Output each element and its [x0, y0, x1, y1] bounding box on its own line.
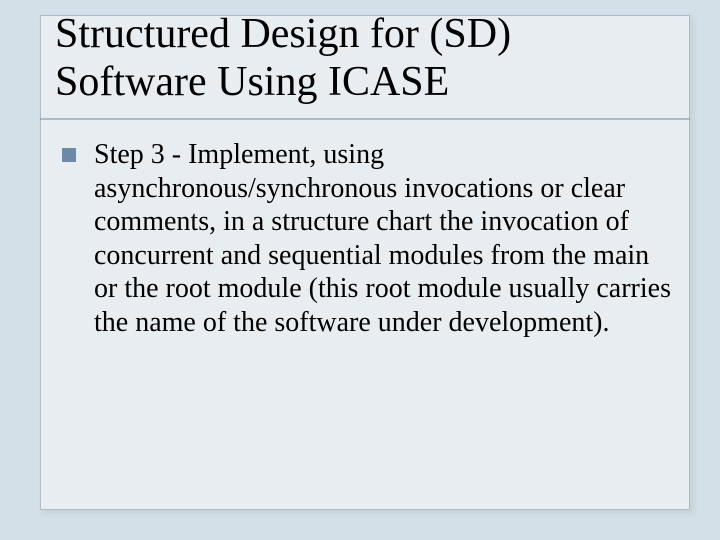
bullet-text: Step 3 - Implement, using asynchronous/s…: [94, 138, 672, 340]
title-underline: [40, 118, 690, 120]
slide-title: Structured Design for (SD) Software Usin…: [55, 10, 680, 107]
bullet-item: Step 3 - Implement, using asynchronous/s…: [62, 138, 672, 340]
square-bullet-icon: [62, 148, 76, 162]
title-line-1: Structured Design for (SD): [55, 11, 511, 57]
title-line-2: Software Using ICASE: [55, 59, 449, 105]
